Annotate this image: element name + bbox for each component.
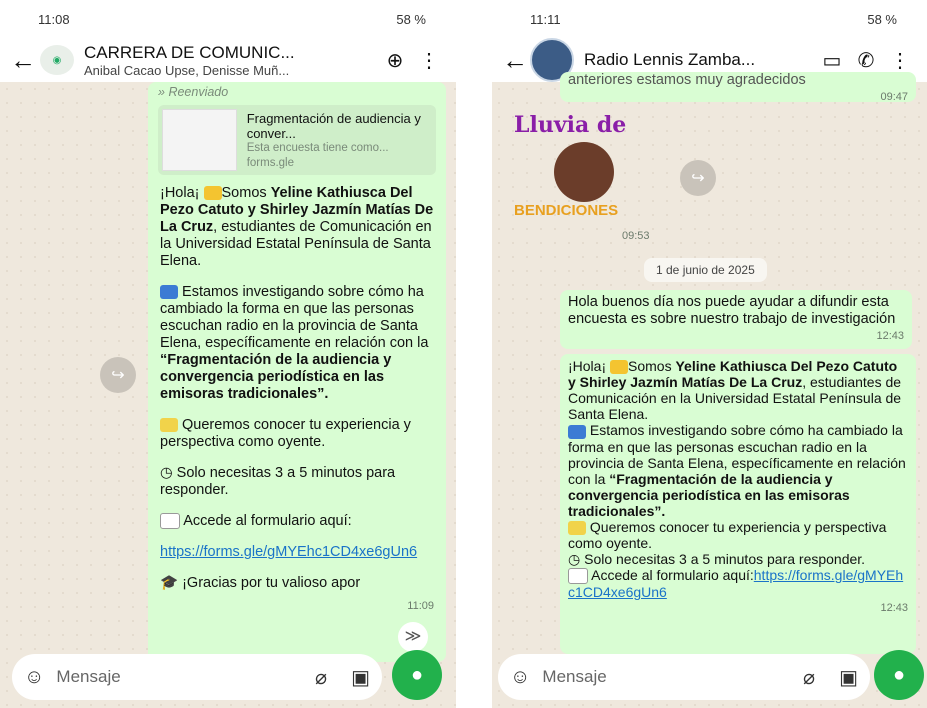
sticker-time: 09:53 bbox=[622, 230, 650, 242]
clipboard-emoji-icon bbox=[160, 513, 180, 530]
message-bubble[interactable]: ¡Hola¡ Somos Yeline Kathiusca Del Pezo C… bbox=[560, 354, 916, 654]
survey-topic: “Fragmentación de la audiencia y converg… bbox=[568, 470, 850, 519]
clap-emoji-icon bbox=[610, 360, 629, 375]
forward-icon[interactable]: ↪ bbox=[100, 357, 136, 393]
preview-desc: Esta encuesta tiene como... bbox=[246, 142, 389, 154]
more-menu-icon[interactable]: ⋮ bbox=[883, 48, 917, 73]
text-span: Queremos conocer tu experiencia y perspe… bbox=[568, 518, 887, 551]
video-call-icon[interactable]: ▭ bbox=[815, 48, 849, 73]
form-link[interactable]: https://forms.gle/gMYEhc1CD4xe6gUn6 bbox=[160, 544, 417, 560]
text-span: ¡Gracias por tu valioso apor bbox=[178, 575, 361, 591]
date-separator: 1 de junio de 2025 bbox=[644, 258, 767, 282]
preview-domain: forms.gle bbox=[246, 157, 294, 169]
status-bar: 11:11 58 % bbox=[492, 0, 927, 38]
message-text: ¡Hola¡ Somos Yeline Kathiusca Del Pezo C… bbox=[154, 181, 440, 619]
message-composer[interactable]: ☺ Mensaje ⌀ ▣ bbox=[498, 654, 870, 700]
clap-emoji-icon bbox=[203, 186, 222, 201]
attach-icon[interactable]: ⌀ bbox=[315, 665, 327, 690]
forwarded-label: Reenviado bbox=[168, 85, 229, 99]
chat-title: CARRERA DE COMUNIC... bbox=[84, 42, 295, 62]
clipboard-emoji-icon bbox=[568, 568, 588, 585]
chat-area[interactable]: anteriores estamos muy agradecidos 09:47… bbox=[492, 72, 927, 708]
status-right: 58 % bbox=[396, 11, 426, 27]
message-bubble[interactable]: Hola buenos día nos puede ayudar a difun… bbox=[560, 290, 912, 349]
sticker[interactable]: Lluvia de BENDICIONES bbox=[514, 112, 664, 232]
radio-emoji-icon bbox=[160, 285, 178, 300]
message-input[interactable]: Mensaje bbox=[542, 667, 791, 687]
group-avatar[interactable]: ◉ bbox=[40, 45, 74, 75]
clock-emoji-icon: ◷ bbox=[568, 550, 581, 567]
chat-header-info[interactable]: Radio Lennis Zamba... bbox=[584, 50, 815, 70]
status-bar: 11:08 58 % bbox=[0, 0, 456, 38]
text-span: Queremos conocer tu experiencia y perspe… bbox=[160, 417, 411, 450]
survey-topic: “Fragmentación de la audiencia y converg… bbox=[160, 352, 392, 402]
text-span: ¡Hola¡ bbox=[160, 185, 204, 201]
message-bubble[interactable]: » Reenviado Fragmentación de audiencia y… bbox=[148, 82, 446, 662]
graduation-cap-emoji-icon: 🎓 bbox=[160, 575, 179, 591]
sparkles-emoji-icon bbox=[568, 520, 586, 535]
back-arrow-icon[interactable]: ← bbox=[502, 45, 528, 76]
chat-area[interactable]: ↪ » Reenviado Fragmentación de audiencia… bbox=[0, 82, 456, 708]
scroll-down-icon[interactable]: ≫ bbox=[398, 622, 428, 652]
text-span: Solo necesitas 3 a 5 minutos para respon… bbox=[580, 550, 866, 567]
sticker-figure bbox=[554, 142, 614, 202]
preview-title: Fragmentación de audiencia y conver... bbox=[246, 111, 421, 141]
radio-emoji-icon bbox=[568, 424, 586, 439]
message-time: 11:09 bbox=[407, 600, 434, 612]
text-span: ¡Hola¡ bbox=[568, 358, 611, 374]
forward-icon[interactable]: ↪ bbox=[680, 160, 716, 196]
message-bubble[interactable]: anteriores estamos muy agradecidos 09:47 bbox=[560, 72, 916, 103]
link-preview[interactable]: Fragmentación de audiencia y conver... E… bbox=[158, 105, 436, 175]
text-span: Accede al formulario aquí: bbox=[588, 566, 754, 583]
status-right: 58 % bbox=[867, 11, 897, 27]
chat-header: ← ◉ CARRERA DE COMUNIC... Anibal Cacao U… bbox=[0, 38, 456, 82]
text-span: Accede al formulario aquí: bbox=[180, 513, 352, 529]
left-screenshot: 11:08 58 % ← ◉ CARRERA DE COMUNIC... Ani… bbox=[0, 0, 456, 708]
sticker-icon[interactable]: ☺ bbox=[510, 666, 530, 689]
status-time: 11:08 bbox=[38, 11, 70, 27]
mic-icon: ● bbox=[892, 663, 906, 686]
message-time: 12:43 bbox=[880, 602, 908, 615]
mic-button[interactable]: ● bbox=[392, 650, 442, 700]
preview-thumbnail bbox=[162, 109, 237, 171]
camera-icon[interactable]: ▣ bbox=[351, 665, 370, 690]
mic-icon: ● bbox=[410, 663, 424, 686]
message-time: 09:47 bbox=[880, 91, 908, 103]
chat-header-info[interactable]: CARRERA DE COMUNIC... Anibal Cacao Upse,… bbox=[84, 43, 378, 78]
sparkles-emoji-icon bbox=[160, 418, 178, 433]
message-text: anteriores estamos muy agradecidos bbox=[568, 72, 806, 88]
more-menu-icon[interactable]: ⋮ bbox=[412, 48, 446, 73]
sticker-text-bottom: BENDICIONES bbox=[514, 202, 619, 219]
attach-icon[interactable]: ⌀ bbox=[803, 665, 815, 690]
text-span: Solo necesitas 3 a 5 minutos para respon… bbox=[160, 465, 396, 498]
message-text: Hola buenos día nos puede ayudar a difun… bbox=[568, 294, 896, 327]
chat-subtitle: Anibal Cacao Upse, Denisse Muñ... bbox=[84, 62, 290, 78]
voice-call-icon[interactable]: ✆ bbox=[849, 48, 883, 73]
text-span: Estamos investigando sobre cómo ha cambi… bbox=[160, 284, 429, 351]
message-composer[interactable]: ☺ Mensaje ⌀ ▣ bbox=[12, 654, 382, 700]
sticker-icon[interactable]: ☺ bbox=[24, 666, 44, 689]
chat-title: Radio Lennis Zamba... bbox=[584, 50, 756, 69]
message-input[interactable]: Mensaje bbox=[56, 667, 303, 687]
clock-emoji-icon: ◷ bbox=[160, 465, 173, 481]
mic-button[interactable]: ● bbox=[874, 650, 924, 700]
add-call-icon[interactable]: ⊕ bbox=[378, 48, 412, 73]
sticker-text-top: Lluvia de bbox=[514, 112, 627, 138]
text-span: Somos bbox=[628, 358, 676, 374]
text-span: Somos bbox=[221, 185, 271, 201]
back-arrow-icon[interactable]: ← bbox=[10, 45, 36, 76]
message-time: 12:43 bbox=[876, 330, 904, 342]
status-time: 11:11 bbox=[530, 11, 561, 27]
right-screenshot: 11:11 58 % ← Radio Lennis Zamba... ▭ ✆ ⋮… bbox=[492, 0, 927, 708]
camera-icon[interactable]: ▣ bbox=[839, 665, 858, 690]
forwarded-icon: » bbox=[158, 85, 165, 99]
